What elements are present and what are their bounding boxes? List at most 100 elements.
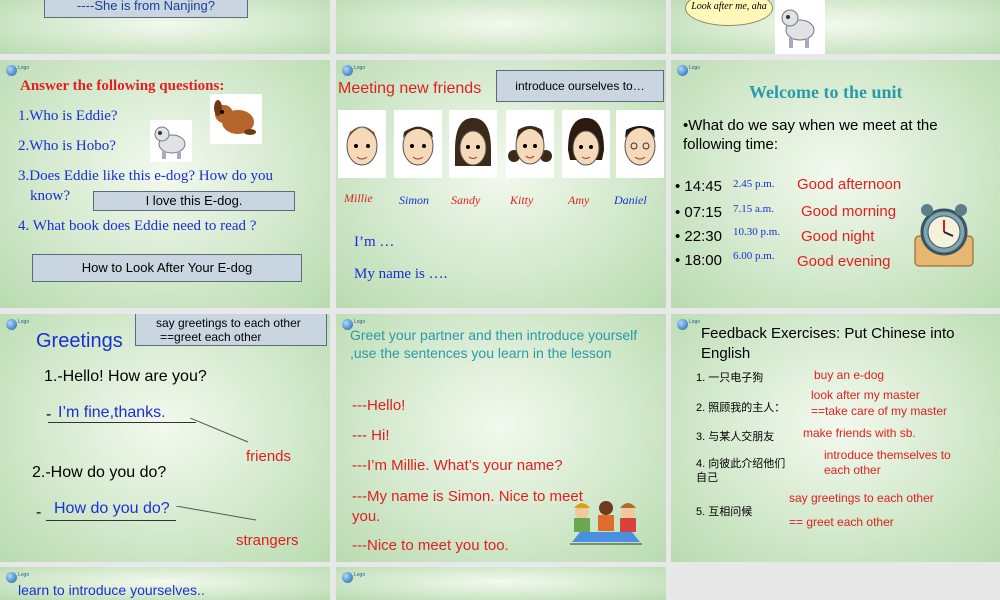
alarm-clock-icon (914, 204, 974, 267)
face-simon (394, 110, 442, 178)
robot-dog-icon (781, 9, 815, 48)
welcome-title: Welcome to the unit (749, 82, 903, 102)
partner-instruction: Greet your partner and then introduce yo… (350, 327, 638, 361)
dialogue-3: ---I’m Millie. What’s your name? (352, 457, 563, 474)
friends-line-2: My name is …. (354, 266, 448, 282)
time-value: 07:15 (684, 204, 722, 221)
children-reading-icon (570, 501, 642, 545)
greeting-evening: Good evening (797, 253, 891, 270)
answer-4-text: How to Look After Your E-dog (81, 260, 253, 275)
slide-friends[interactable]: Logo Meeting new friends introduce ourse… (336, 60, 666, 308)
question-4: 4. What book does Eddie need to read ? (18, 218, 257, 234)
face-kitty (506, 110, 554, 178)
slide-questions[interactable]: Logo Answer the following questions: 1.W… (0, 60, 330, 308)
greeting-afternoon: Good afternoon (797, 176, 902, 193)
greetings-title: Greetings (36, 330, 123, 352)
face-amy (562, 110, 610, 178)
answer-box: ----She is from Nanjing? (44, 0, 248, 18)
answer-4-box: How to Look After Your E-dog (32, 254, 302, 282)
time-row-3: • 22:30 (675, 228, 722, 245)
name-sandy: Sandy (451, 193, 481, 207)
dialogue-5: ---Nice to meet you too. (352, 537, 509, 554)
introduce-box: introduce ourselves to… (496, 70, 664, 102)
cn-item-1: 1. 一只电子狗 (696, 372, 764, 384)
slide-welcome[interactable]: Logo Welcome to the unit •What do we say… (671, 60, 1000, 308)
face-daniel (616, 110, 664, 178)
greet-box-line-1: say greetings to each other (156, 316, 301, 330)
name-kitty: Kitty (510, 193, 534, 207)
cartoon-dog-icon (214, 100, 256, 135)
school-logo: Logo (6, 65, 44, 77)
time-value: 22:30 (684, 228, 722, 245)
tag-friends: friends (246, 448, 292, 465)
en-item-5b: == greet each other (789, 515, 894, 529)
slide-greetings[interactable]: Logo Greetings say greetings to each oth… (0, 314, 330, 562)
introduce-box-text: introduce ourselves to… (515, 79, 645, 93)
children-reading-image (568, 498, 644, 548)
time-row-4: • 18:00 (675, 252, 722, 269)
en-item-2b: ==take care of my master (811, 404, 948, 418)
speech-bubble: Look after me, aha (685, 0, 773, 26)
slide-r0c2[interactable]: Look after me, aha (671, 0, 1000, 54)
time-value: 14:45 (684, 178, 722, 195)
cn-item-4: 4. 向彼此介绍他们自己 (696, 458, 786, 484)
time-row-2: • 07:15 (675, 204, 722, 221)
connector-line-2 (176, 506, 257, 521)
greeting-morning: Good morning (801, 203, 897, 220)
answer-text: ----She is from Nanjing? (77, 0, 215, 13)
greeting-question-2: 2.-How do you do? (32, 464, 167, 481)
time-note: 10.30 p.m. (733, 226, 781, 238)
answer-3-box: I love this E-dog. (93, 191, 295, 211)
welcome-question: •What do we say when we meet at the foll… (683, 117, 938, 153)
greet-box: say greetings to each other ==greet each… (135, 314, 327, 346)
cn-item-3: 3. 与某人交朋友 (696, 431, 775, 443)
friends-line-1: I’m … (354, 234, 395, 250)
friends-title: Meeting new friends (338, 80, 482, 97)
face-millie (338, 110, 386, 178)
face-sandy (449, 110, 497, 178)
dialogue-1: ---Hello! (352, 397, 406, 414)
cn-item-2: 2. 照顾我的主人： (696, 402, 786, 414)
school-logo: Logo (677, 65, 715, 77)
name-millie: Millie (344, 191, 373, 205)
slide-r3c0[interactable]: Logo learn to introduce yourselves.. (0, 567, 330, 600)
en-item-1: buy an e-dog (814, 368, 885, 382)
school-logo: Logo (342, 65, 380, 77)
time-note: 7.15 a.m. (733, 203, 774, 215)
dialogue-2: --- Hi! (352, 427, 390, 444)
connector-line-1 (190, 418, 249, 443)
en-item-3: make friends with sb. (803, 426, 916, 440)
en-item-4a: introduce themselves to (824, 448, 951, 462)
robot-dog-image (775, 0, 825, 54)
time-row-1: • 14:45 (675, 178, 722, 195)
en-item-4b: each other (824, 463, 881, 477)
robot-dog-icon (154, 126, 186, 159)
name-amy: Amy (568, 193, 590, 207)
school-logo: Logo (342, 572, 380, 584)
greeting-question-1: 1.-Hello! How are you? (44, 368, 207, 385)
cn-item-5: 5. 互相问候 (696, 506, 753, 518)
tag-strangers: strangers (236, 532, 299, 549)
question-3b: know? (30, 188, 70, 204)
greet-box-line-2: ==greet each other (160, 330, 262, 344)
introduce-line: learn to introduce yourselves.. (18, 582, 205, 598)
slide-feedback[interactable]: Logo Feedback Exercises: Put Chinese int… (671, 314, 1000, 562)
question-3a: 3.Does Eddie like this e-dog? How do you (18, 168, 273, 184)
slide-partner[interactable]: Logo Greet your partner and then introdu… (336, 314, 666, 562)
slide-r0c0[interactable]: ----She is from Nanjing? (0, 0, 330, 54)
feedback-title: Feedback Exercises: Put Chinese into Eng… (701, 325, 955, 362)
slide-r0c1[interactable] (336, 0, 666, 54)
name-daniel: Daniel (614, 193, 647, 207)
questions-title: Answer the following questions: (20, 78, 225, 94)
answer-3-text: I love this E-dog. (145, 193, 243, 208)
greeting-night: Good night (801, 228, 875, 245)
dash: - (36, 504, 42, 521)
cartoon-dog-image (210, 94, 262, 144)
greeting-answer-2: How do you do? (54, 500, 170, 517)
bubble-text: Look after me, aha (691, 1, 767, 12)
greeting-answer-1: I’m fine,thanks. (58, 404, 166, 421)
name-simon: Simon (399, 193, 429, 207)
en-item-2a: look after my master (811, 388, 920, 402)
slide-r3c1[interactable]: Logo (336, 567, 666, 600)
alarm-clock-image (911, 198, 977, 270)
